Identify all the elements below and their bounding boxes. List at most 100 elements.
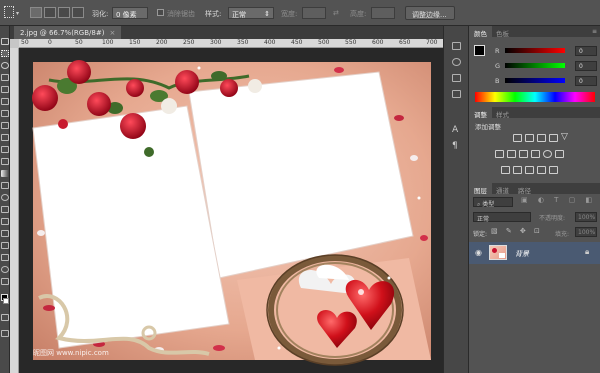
posterize-icon[interactable] [513, 166, 522, 174]
crop-tool-icon[interactable] [1, 86, 9, 93]
healing-brush-tool-icon[interactable] [1, 110, 9, 117]
brush-tool-icon[interactable] [1, 122, 9, 129]
subtract-selection-icon[interactable] [58, 7, 70, 18]
panel-menu-icon[interactable]: ≡ [592, 28, 597, 35]
foreground-color-chip[interactable] [474, 45, 485, 56]
hue-saturation-icon[interactable] [495, 150, 504, 158]
selective-color-icon[interactable] [549, 166, 558, 174]
threshold-icon[interactable] [525, 166, 534, 174]
collapsed-panels-strip: A ¶ [443, 26, 468, 373]
red-slider[interactable] [505, 48, 565, 53]
invert-icon[interactable] [501, 166, 510, 174]
style-select[interactable]: 正常 ⇕ [228, 7, 274, 19]
history-brush-tool-icon[interactable] [1, 146, 9, 153]
eyedropper-tool-icon[interactable] [1, 98, 9, 105]
color-spectrum-bar[interactable] [475, 92, 595, 102]
type-tool-icon[interactable] [1, 218, 9, 225]
new-selection-icon[interactable] [30, 7, 42, 18]
refine-edge-button[interactable]: 调整边缘... [405, 6, 455, 20]
background-color-swatch[interactable] [3, 298, 9, 304]
swap-dimensions-icon[interactable]: ⇄ [333, 9, 339, 17]
document-tab-bar: 2.jpg @ 66.7%(RGB/8#) × [10, 26, 443, 39]
canvas-workspace[interactable]: 昵图网 www.nipic.com [19, 48, 443, 373]
eraser-tool-icon[interactable] [1, 158, 9, 165]
gradient-tool-icon[interactable] [1, 170, 9, 177]
red-value-input[interactable]: 0 [575, 46, 597, 56]
marquee-tool-preset-icon[interactable] [4, 6, 14, 18]
style-select-value: 正常 [232, 11, 246, 19]
path-select-tool-icon[interactable] [1, 230, 9, 237]
tab-color[interactable]: 颜色 [469, 26, 492, 38]
ruler-origin[interactable] [10, 39, 19, 48]
green-slider[interactable] [505, 63, 565, 68]
paragraph-panel-icon[interactable]: ¶ [452, 142, 461, 151]
antialias-checkbox[interactable] [157, 9, 164, 16]
tools-panel [0, 26, 10, 373]
character-panel-icon[interactable]: A [452, 126, 461, 135]
edit-toolbar-icon[interactable] [1, 278, 9, 285]
tab-layers[interactable]: 图层 [469, 183, 492, 195]
intersect-selection-icon[interactable] [72, 7, 84, 18]
opacity-label: 不透明度: [539, 215, 566, 222]
height-input[interactable] [371, 7, 395, 19]
photo-filter-icon[interactable] [531, 150, 540, 158]
layer-row-background[interactable]: ◉ 背景 🔒︎ [469, 242, 600, 264]
ruler-tick-label: 400 [264, 39, 276, 46]
lasso-tool-icon[interactable] [1, 62, 9, 69]
vibrance-icon[interactable]: ▽ [561, 132, 568, 142]
brush-panel-icon[interactable] [452, 74, 461, 82]
history-panel-icon[interactable] [452, 42, 461, 50]
vertical-ruler[interactable] [10, 48, 19, 373]
blend-mode-select[interactable]: 正常 [473, 212, 531, 223]
curves-icon[interactable] [537, 134, 546, 142]
hand-tool-icon[interactable] [1, 254, 9, 261]
add-to-selection-icon[interactable] [44, 7, 56, 18]
opacity-input[interactable]: 100% [575, 212, 597, 222]
visibility-eye-icon[interactable]: ◉ [475, 248, 482, 257]
brightness-contrast-icon[interactable] [513, 134, 522, 142]
black-white-icon[interactable] [519, 150, 528, 158]
blur-tool-icon[interactable] [1, 182, 9, 189]
blue-value-input[interactable]: 0 [575, 76, 597, 86]
feather-input[interactable]: 0 像素 [112, 7, 148, 19]
gradient-map-icon[interactable] [537, 166, 546, 174]
quick-select-tool-icon[interactable] [1, 74, 9, 81]
layer-filter-select[interactable]: ⌕ 类型 [473, 197, 513, 208]
lock-icons[interactable]: ▧ ✎ ✥ ⊡ [491, 227, 543, 235]
pen-tool-icon[interactable] [1, 206, 9, 213]
clone-stamp-tool-icon[interactable] [1, 134, 9, 141]
document-canvas[interactable] [19, 48, 443, 373]
tab-styles[interactable]: 样式 [491, 107, 514, 119]
green-value-input[interactable]: 0 [575, 61, 597, 71]
exposure-icon[interactable] [549, 134, 558, 142]
preset-dropdown-icon[interactable]: ▾ [16, 10, 19, 17]
feather-label: 羽化: [92, 10, 109, 18]
actions-panel-icon[interactable] [452, 58, 461, 66]
blend-mode-value: 正常 [477, 216, 490, 223]
color-balance-icon[interactable] [507, 150, 516, 158]
tab-paths[interactable]: 路径 [513, 183, 536, 195]
tool-presets-icon[interactable] [452, 90, 461, 98]
tab-adjustments[interactable]: 调整 [469, 107, 492, 119]
document-tab[interactable]: 2.jpg @ 66.7%(RGB/8#) × [14, 26, 122, 39]
screen-mode-icon[interactable] [1, 330, 9, 337]
fill-input[interactable]: 100% [575, 227, 597, 237]
layers-panel-tabs: 图层 通道 路径 [469, 183, 600, 195]
dodge-tool-icon[interactable] [1, 194, 9, 201]
tab-swatches[interactable]: 色板 [491, 26, 514, 38]
options-bar: ▾ 羽化: 0 像素 消除锯齿 样式: 正常 ⇕ 宽度: ⇄ 高度: 调整边缘.… [0, 0, 600, 26]
move-tool-icon[interactable] [1, 38, 9, 45]
shape-tool-icon[interactable] [1, 242, 9, 249]
width-input[interactable] [302, 7, 326, 19]
horizontal-ruler[interactable]: 50 0 50 100 150 200 250 300 350 400 450 500 550 600 65… [19, 39, 443, 48]
close-icon[interactable]: × [109, 29, 115, 37]
tab-channels[interactable]: 通道 [491, 183, 514, 195]
color-lookup-icon[interactable] [555, 150, 564, 158]
ruler-tick-label: 50 [21, 39, 29, 46]
channel-mixer-icon[interactable] [543, 150, 552, 158]
quick-mask-icon[interactable] [1, 314, 9, 321]
levels-icon[interactable] [525, 134, 534, 142]
marquee-tool-icon[interactable] [1, 50, 9, 57]
zoom-tool-icon[interactable] [1, 266, 9, 273]
blue-slider[interactable] [505, 78, 565, 83]
